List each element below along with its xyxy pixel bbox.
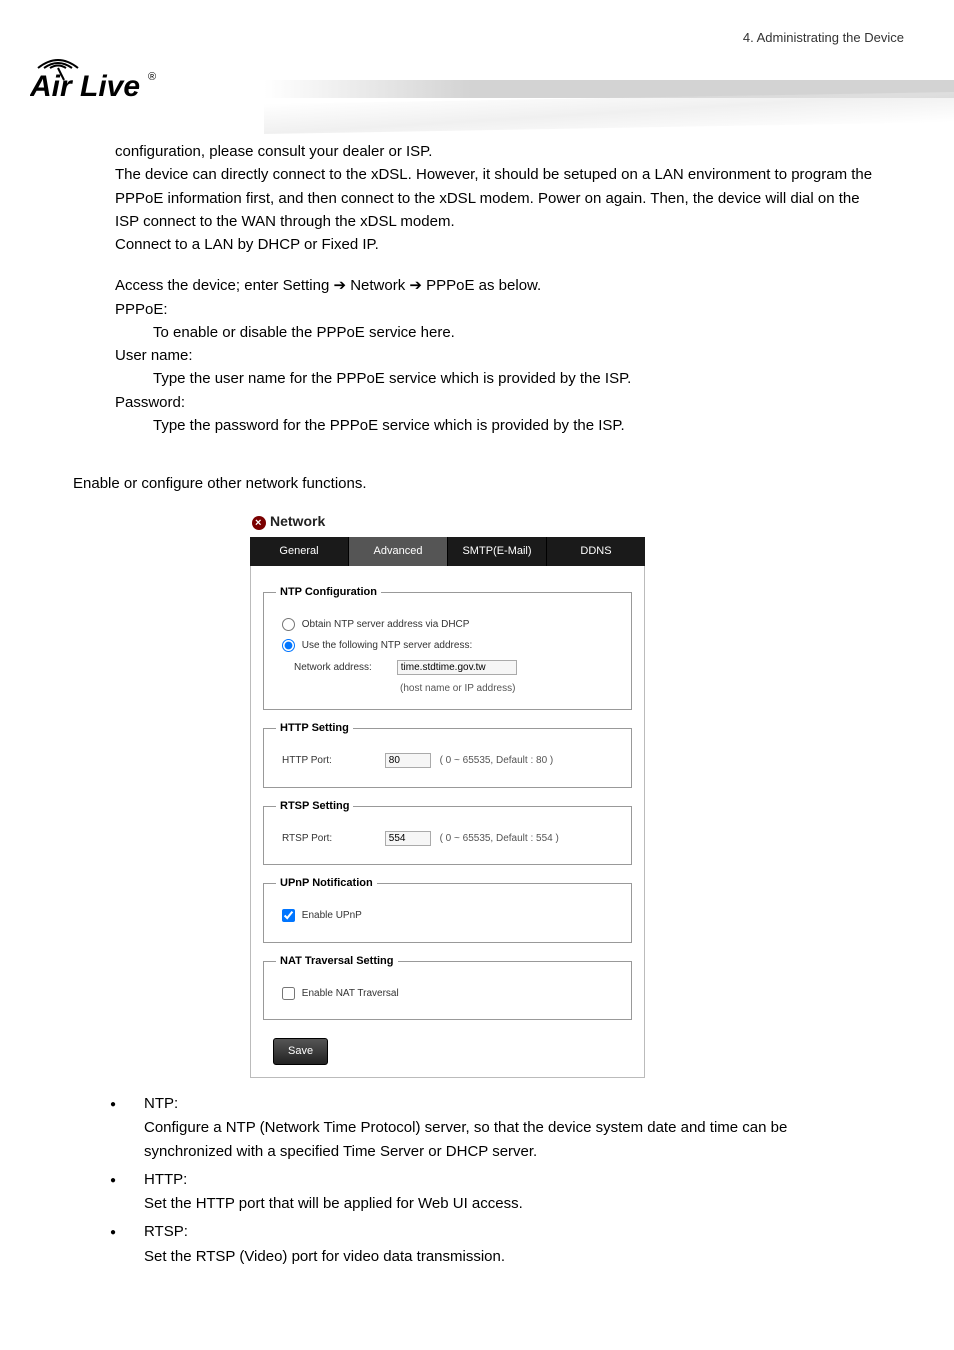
ntp-manual-radio[interactable] — [282, 639, 295, 652]
password-label: Password: — [115, 391, 879, 414]
tab-general[interactable]: General — [250, 537, 349, 566]
ntp-address-hint: (host name or IP address) — [400, 681, 619, 697]
tab-ddns[interactable]: DDNS — [547, 537, 645, 566]
arrow-right-icon: ➔ — [333, 277, 346, 294]
text: PPPoE as below. — [422, 277, 541, 294]
tab-smtp[interactable]: SMTP(E-Mail) — [448, 537, 547, 566]
http-port-hint: ( 0 ~ 65535, Default : 80 ) — [440, 755, 554, 766]
access-path-line: Access the device; enter Setting ➔ Netwo… — [115, 274, 879, 297]
rtsp-port-input[interactable] — [385, 831, 431, 846]
configure-heading: Enable or configure other network functi… — [73, 472, 879, 495]
ntp-address-label: Network address: — [294, 660, 394, 676]
ntp-manual-label: Use the following NTP server address: — [302, 640, 472, 651]
username-label: User name: — [115, 344, 879, 367]
network-settings-panel: Network General Advanced SMTP(E-Mail) DD… — [250, 505, 645, 1078]
tab-advanced[interactable]: Advanced — [349, 537, 448, 566]
rtsp-port-hint: ( 0 ~ 65535, Default : 554 ) — [440, 833, 559, 844]
svg-text:®: ® — [148, 71, 156, 83]
text: Network — [346, 277, 409, 294]
pppoe-label: PPPoE: — [115, 298, 879, 321]
ntp-address-input[interactable] — [397, 660, 517, 675]
upnp-label: Enable UPnP — [302, 910, 362, 921]
upnp-legend: UPnP Notification — [276, 875, 377, 892]
nat-legend: NAT Traversal Setting — [276, 953, 398, 970]
panel-title-text: Network — [270, 513, 325, 529]
bullet-icon: ● — [110, 1092, 144, 1163]
brand-logo: Air Live ® — [30, 50, 160, 110]
save-button[interactable]: Save — [273, 1038, 328, 1065]
bullet-icon: ● — [110, 1220, 144, 1268]
bullet-rtsp-title: RTSP: — [144, 1220, 879, 1243]
http-port-label: HTTP Port: — [282, 753, 382, 769]
http-legend: HTTP Setting — [276, 720, 353, 737]
http-port-input[interactable] — [385, 753, 431, 768]
bullet-rtsp-body: Set the RTSP (Video) port for video data… — [144, 1245, 879, 1268]
http-fieldset: HTTP Setting HTTP Port: ( 0 ~ 65535, Def… — [263, 720, 632, 788]
username-text: Type the user name for the PPPoE service… — [115, 367, 879, 390]
nat-checkbox[interactable] — [282, 987, 295, 1000]
bullet-ntp-body: Configure a NTP (Network Time Protocol) … — [144, 1116, 879, 1163]
nat-label: Enable NAT Traversal — [302, 988, 399, 999]
chapter-label: 4. Administrating the Device — [743, 30, 904, 45]
header-swoosh — [264, 92, 954, 134]
upnp-fieldset: UPnP Notification Enable UPnP — [263, 875, 632, 943]
close-icon — [252, 516, 266, 530]
bullet-http-body: Set the HTTP port that will be applied f… — [144, 1192, 879, 1215]
paragraph: The device can directly connect to the x… — [115, 163, 879, 233]
bullet-ntp-title: NTP: — [144, 1092, 879, 1115]
ntp-fieldset: NTP Configuration Obtain NTP server addr… — [263, 584, 632, 710]
upnp-checkbox[interactable] — [282, 909, 295, 922]
password-text: Type the password for the PPPoE service … — [115, 414, 879, 437]
tab-bar: General Advanced SMTP(E-Mail) DDNS — [250, 537, 645, 566]
paragraph: configuration, please consult your deale… — [115, 140, 879, 163]
rtsp-port-label: RTSP Port: — [282, 831, 382, 847]
svg-text:Air Live: Air Live — [30, 70, 140, 103]
rtsp-legend: RTSP Setting — [276, 798, 353, 815]
ntp-legend: NTP Configuration — [276, 584, 381, 601]
rtsp-fieldset: RTSP Setting RTSP Port: ( 0 ~ 65535, Def… — [263, 798, 632, 866]
ntp-dhcp-radio[interactable] — [282, 618, 295, 631]
arrow-right-icon: ➔ — [409, 277, 422, 294]
bullet-icon: ● — [110, 1168, 144, 1216]
bullet-http-title: HTTP: — [144, 1168, 879, 1191]
paragraph: Connect to a LAN by DHCP or Fixed IP. — [115, 233, 879, 256]
nat-fieldset: NAT Traversal Setting Enable NAT Travers… — [263, 953, 632, 1021]
panel-title: Network — [250, 505, 645, 537]
text: Access the device; enter Setting — [115, 277, 333, 294]
pppoe-text: To enable or disable the PPPoE service h… — [115, 321, 879, 344]
ntp-dhcp-label: Obtain NTP server address via DHCP — [302, 619, 470, 630]
